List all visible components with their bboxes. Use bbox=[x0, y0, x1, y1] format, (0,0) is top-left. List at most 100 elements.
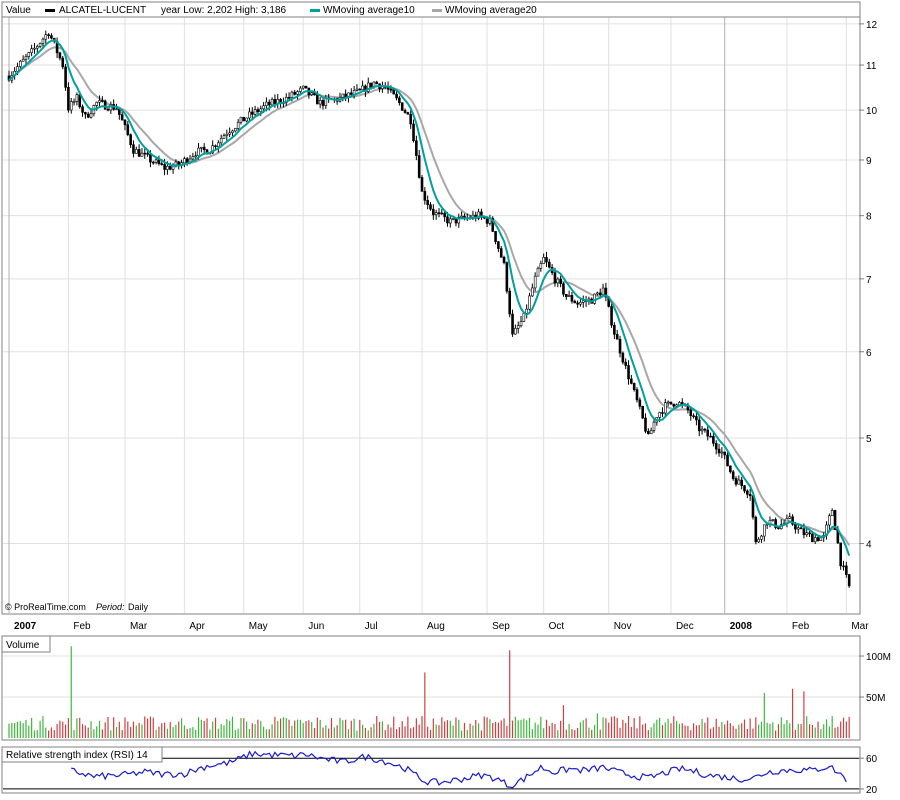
legend-swatch-ma20 bbox=[432, 9, 442, 12]
price-y-tick-label: 4 bbox=[866, 540, 872, 551]
rsi-panel: 2060 Relative strength index (RSI) 14 bbox=[1, 746, 878, 796]
volume-panel-title: Volume bbox=[6, 640, 40, 651]
candle-body bbox=[316, 94, 319, 105]
candle-body bbox=[432, 208, 435, 216]
candle-body bbox=[81, 106, 84, 113]
candle-body bbox=[502, 256, 506, 263]
legend-swatch-instrument bbox=[45, 9, 55, 12]
time-axis-label: May bbox=[249, 621, 268, 632]
candle-body bbox=[214, 145, 217, 148]
candle-body bbox=[423, 191, 427, 201]
time-axis-label: Jun bbox=[308, 621, 324, 632]
candle-body bbox=[78, 94, 82, 108]
candle-body bbox=[33, 47, 36, 50]
candle-body bbox=[434, 212, 438, 216]
candle-body bbox=[485, 217, 489, 224]
candle-body bbox=[847, 574, 851, 587]
candle-body bbox=[426, 200, 429, 205]
candle-body bbox=[103, 100, 107, 110]
candle-body bbox=[310, 92, 313, 96]
candle-body bbox=[697, 419, 701, 432]
candle-body bbox=[202, 146, 206, 151]
candle-body bbox=[72, 101, 76, 103]
candle-body bbox=[746, 490, 749, 495]
candle-body bbox=[30, 48, 33, 53]
candle-body bbox=[120, 114, 124, 121]
candle-body bbox=[84, 112, 87, 115]
candle-body bbox=[644, 417, 647, 432]
candle-body bbox=[219, 138, 223, 144]
price-y-tick-label: 9 bbox=[866, 156, 872, 167]
candle-body bbox=[794, 523, 797, 530]
price-y-tick-label: 7 bbox=[866, 275, 872, 286]
candle-body bbox=[839, 542, 842, 567]
candle-body bbox=[700, 428, 704, 432]
candle-body bbox=[217, 142, 220, 148]
candle-body bbox=[695, 416, 698, 421]
candle-body bbox=[519, 321, 523, 327]
price-panel-title: Value bbox=[6, 5, 31, 16]
candle-body bbox=[151, 161, 155, 164]
candle-body bbox=[627, 365, 630, 380]
candle-body bbox=[553, 272, 557, 284]
candle-body bbox=[811, 533, 814, 543]
candle-body bbox=[146, 152, 149, 155]
price-y-axis: 4 5 6 7 8 9 10 11 12 bbox=[859, 20, 878, 551]
candle-body bbox=[228, 132, 231, 135]
candle-body bbox=[160, 163, 164, 165]
time-axis-label: 2007 bbox=[14, 621, 37, 632]
candle-body bbox=[508, 290, 512, 315]
candle-body bbox=[115, 108, 118, 111]
candle-body bbox=[168, 165, 172, 170]
candle-body bbox=[743, 485, 746, 492]
candle-body bbox=[751, 495, 755, 518]
time-axis-label: Jul bbox=[365, 621, 378, 632]
candle-body bbox=[24, 56, 28, 60]
candle-body bbox=[494, 231, 497, 242]
candle-body bbox=[140, 152, 144, 157]
candle-body bbox=[709, 435, 712, 438]
time-axis-label: Apr bbox=[189, 621, 205, 632]
candle-body bbox=[270, 99, 274, 106]
candle-body bbox=[35, 46, 39, 49]
candle-body bbox=[123, 119, 127, 126]
candle-body bbox=[429, 204, 432, 210]
candle-body bbox=[163, 164, 166, 170]
candle-body bbox=[712, 436, 715, 444]
candle-body bbox=[143, 152, 147, 155]
candle-body bbox=[511, 313, 514, 335]
candle-body bbox=[256, 109, 260, 113]
candle-body bbox=[499, 248, 503, 258]
candle-body bbox=[341, 93, 345, 98]
candle-body bbox=[635, 389, 639, 401]
candle-body bbox=[497, 241, 500, 249]
candle-body bbox=[596, 292, 599, 295]
candle-body bbox=[50, 35, 53, 39]
candle-body bbox=[813, 537, 817, 543]
candle-body bbox=[542, 257, 545, 264]
candle-body bbox=[149, 154, 152, 163]
candle-body bbox=[27, 52, 31, 57]
candle-body bbox=[763, 524, 766, 537]
candle-body bbox=[67, 87, 70, 111]
candle-body bbox=[830, 510, 834, 517]
candle-body bbox=[632, 383, 636, 390]
candle-body bbox=[41, 38, 45, 44]
candle-body bbox=[19, 60, 22, 67]
candle-body bbox=[460, 215, 463, 218]
candle-body bbox=[406, 112, 410, 115]
candle-body bbox=[771, 519, 775, 521]
candle-body bbox=[293, 91, 297, 95]
candle-body bbox=[536, 267, 540, 277]
candle-body bbox=[417, 155, 421, 178]
candle-body bbox=[253, 109, 257, 115]
candle-body bbox=[361, 85, 364, 90]
candle-body bbox=[802, 528, 806, 535]
time-axis-label: Sep bbox=[492, 621, 510, 632]
candle-body bbox=[200, 146, 203, 149]
time-axis-label: Aug bbox=[427, 621, 445, 632]
candle-body bbox=[796, 527, 800, 530]
volume-panel: 50M 100M Volume bbox=[1, 635, 891, 741]
candle-body bbox=[624, 361, 627, 366]
candle-body bbox=[239, 116, 243, 123]
